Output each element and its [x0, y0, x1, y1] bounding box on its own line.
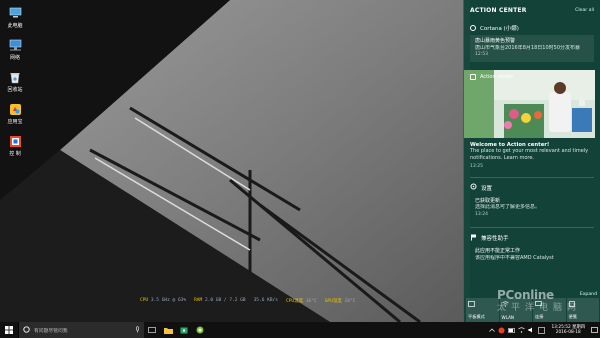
performance-overlay: CPU 3.5 GHz @ 63% RAM 2.0 GB / 7.2 GB 35… — [140, 298, 440, 306]
promo-app-name: Action center — [480, 73, 514, 80]
app-store-icon — [8, 102, 22, 116]
task-view-icon — [148, 327, 156, 333]
gpu-temp-label: GPU温度 — [324, 299, 342, 304]
flag-icon — [470, 234, 477, 243]
pconline-watermark: PConline 太平洋电脑网 — [497, 288, 597, 322]
clock-date: 2016-08-18 — [555, 330, 581, 335]
cpu-label: CPU — [140, 298, 149, 303]
store-icon — [180, 327, 188, 334]
antivirus-icon[interactable] — [498, 327, 505, 334]
desktop-icon-app-store[interactable]: 应用宝 — [2, 100, 28, 132]
cortana-icon — [470, 25, 476, 31]
group-app-name: 设置 — [481, 185, 493, 192]
notification-body: 选择此消息可了解更多信息。 — [475, 204, 541, 210]
taskbar-task-view[interactable] — [144, 322, 160, 338]
notification-time: 13:24 — [475, 211, 488, 217]
taskbar-file-explorer[interactable] — [160, 322, 176, 338]
desktop-icon-label: 网络 — [9, 55, 20, 61]
app-circle-icon — [196, 326, 204, 334]
desktop-icon-label: 此电脑 — [7, 23, 23, 29]
desktop-icon-this-pc[interactable]: 此电脑 — [2, 4, 28, 36]
tablet-icon — [468, 301, 475, 309]
quick-action-label: 平板模式 — [468, 314, 485, 319]
notification-item[interactable]: 此应用不能正常工作 该应用程序中不兼容AMD Catalyst — [470, 245, 594, 264]
tray-chevron-icon[interactable] — [488, 327, 495, 334]
battery-icon[interactable] — [508, 327, 516, 334]
cpu-temp-label: CPU温度 — [285, 299, 304, 304]
watermark-sub: 太平洋电脑网 — [497, 303, 582, 313]
notification-group-cortana: Cortana (小娜) 唐山暴雨黄色预警 唐山市气象台2016年8月18日10… — [464, 20, 600, 62]
notification-group-action-center: Action center Welcome to Action center! … — [464, 66, 600, 175]
input-method-icon[interactable] — [538, 326, 546, 334]
network-tray-icon[interactable] — [518, 327, 526, 334]
notification-time: 12:53 — [475, 52, 488, 57]
cpu-temp-value: 36°C — [305, 299, 317, 304]
control-icon — [8, 134, 22, 148]
promo-image[interactable]: Action center — [464, 69, 595, 138]
ram-value: 2.0 GB / 7.2 GB — [204, 298, 246, 303]
folder-icon — [163, 327, 173, 334]
clear-all-button[interactable]: Clear all — [575, 8, 594, 13]
notification-item[interactable]: 已获取更新 选择此消息可了解更多信息。 13:24 — [470, 195, 594, 222]
quick-action-tablet-mode[interactable]: 平板模式 — [466, 298, 499, 322]
action-center-header: ACTION CENTER Clear all — [464, 0, 600, 20]
desktop-icon-label: 回收站 — [7, 87, 23, 93]
group-header: 设置 — [470, 182, 594, 194]
notification-time: 13:25 — [470, 164, 483, 169]
desktop-icon-label: 应用宝 — [7, 119, 23, 125]
taskbar-clock[interactable]: 13:25:52 星期四 2016-08-18 — [548, 325, 588, 336]
net-value: 35.6 KB/s — [253, 298, 278, 303]
windows-logo-icon — [5, 326, 13, 334]
desktop-icon-control[interactable]: 控 制 — [2, 132, 28, 164]
action-center-panel: ACTION CENTER Clear all Cortana (小娜) 唐山暴… — [463, 0, 600, 322]
network-icon — [8, 38, 22, 52]
desktop-icon-label: 控 制 — [9, 151, 21, 157]
recycle-bin-icon — [8, 70, 22, 84]
taskbar: 有问题尽管问我 13:25:52 星期四 2016-08-18 — [0, 322, 600, 338]
action-center-title: ACTION CENTER — [470, 6, 527, 14]
desktop-icon-network[interactable]: 网络 — [2, 36, 28, 68]
taskbar-app-green[interactable] — [192, 322, 208, 338]
notification-center-icon[interactable] — [591, 327, 598, 334]
notification-body: 唐山市气象台2016年8月18日10时50分发布暴 — [475, 44, 580, 51]
gpu-temp-value: 28°C — [344, 299, 356, 304]
promo-body: The place to get your most relevant and … — [470, 148, 589, 161]
action-center-icon — [470, 73, 476, 80]
desktop-icon-grid: 此电脑 网络 回收站 应用宝 控 制 — [2, 4, 28, 164]
gear-icon — [470, 183, 477, 192]
start-button[interactable] — [0, 322, 18, 338]
notification-group-settings: 设置 已获取更新 选择此消息可了解更多信息。 13:24 — [464, 178, 600, 222]
group-header: 兼容性助手 — [470, 232, 594, 244]
promo-notification[interactable]: Welcome to Action center! The place to g… — [464, 138, 600, 175]
cpu-value: 3.5 GHz @ 63% — [150, 298, 187, 303]
group-header: Cortana (小娜) — [470, 22, 594, 34]
desktop-icon-recycle-bin[interactable]: 回收站 — [2, 68, 28, 100]
volume-icon[interactable] — [528, 327, 535, 334]
system-tray: 13:25:52 星期四 2016-08-18 — [488, 322, 600, 338]
microphone-icon[interactable] — [135, 325, 140, 335]
ram-label: RAM — [194, 298, 203, 303]
this-pc-icon — [8, 6, 22, 20]
notification-group-compat: 兼容性助手 此应用不能正常工作 该应用程序中不兼容AMD Catalyst — [464, 228, 600, 264]
promo-label: Action center — [470, 73, 514, 80]
taskbar-store[interactable] — [176, 322, 192, 338]
group-app-name: 兼容性助手 — [481, 236, 509, 242]
search-placeholder: 有问题尽管问我 — [34, 328, 68, 334]
group-app-name: Cortana (小娜) — [480, 26, 519, 32]
notification-item[interactable]: 唐山暴雨黄色预警 唐山市气象台2016年8月18日10时50分发布暴 12:53 — [470, 35, 594, 62]
cortana-circle-icon — [23, 325, 30, 335]
search-input[interactable]: 有问题尽管问我 — [18, 322, 144, 338]
notification-body: 该应用程序中不兼容AMD Catalyst — [475, 254, 554, 261]
